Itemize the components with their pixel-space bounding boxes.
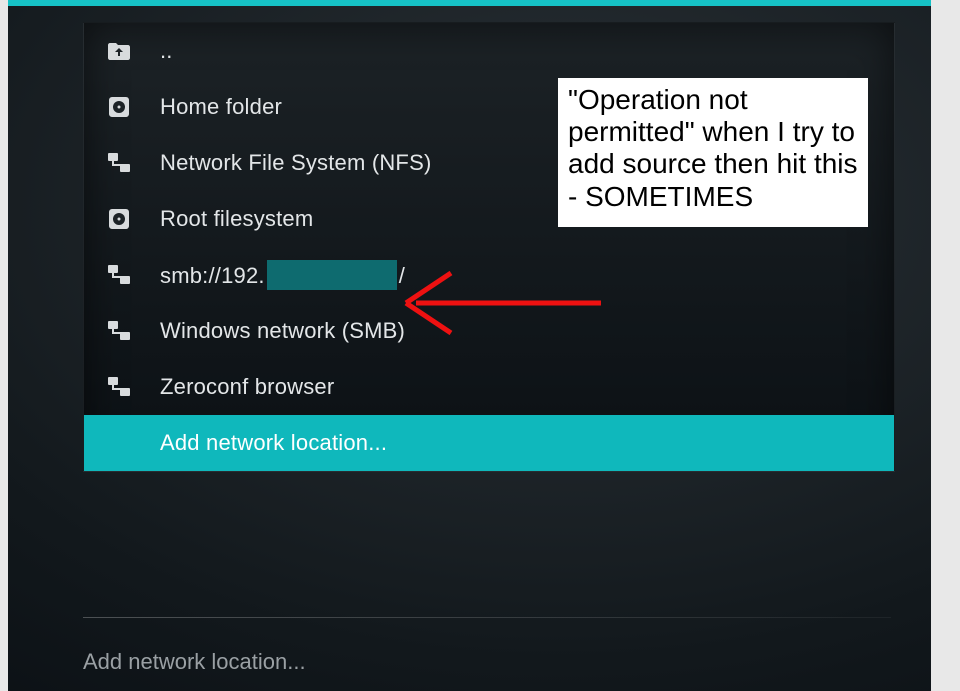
list-item-label: Root filesystem <box>160 206 313 232</box>
screen: .. Home folder Network Fil <box>8 0 931 691</box>
network-icon <box>106 262 132 288</box>
list-item-windows-smb[interactable]: Windows network (SMB) <box>84 303 894 359</box>
list-item-label: Home folder <box>160 94 282 120</box>
annotation-text: "Operation not permitted" when I try to … <box>568 84 858 212</box>
list-item-label: smb://192. / <box>160 260 405 290</box>
list-item-zeroconf[interactable]: Zeroconf browser <box>84 359 894 415</box>
network-icon <box>106 374 132 400</box>
disk-icon <box>106 94 132 120</box>
status-text: Add network location... <box>83 649 306 674</box>
list-item-parent-dir[interactable]: .. <box>84 23 894 79</box>
list-item-add-network-location[interactable]: Add network location... <box>84 415 894 471</box>
list-item-label: Windows network (SMB) <box>160 318 405 344</box>
list-item-smb-share[interactable]: smb://192. / <box>84 247 894 303</box>
redacted-block <box>267 260 397 290</box>
list-item-label: Add network location... <box>160 430 387 456</box>
status-bar: Add network location... <box>83 645 931 675</box>
disk-icon <box>106 206 132 232</box>
top-accent-bar <box>8 0 931 6</box>
list-item-label: .. <box>160 38 173 64</box>
smb-prefix: smb://192. <box>160 263 265 288</box>
network-icon <box>106 318 132 344</box>
list-item-label: Zeroconf browser <box>160 374 334 400</box>
network-icon <box>106 150 132 176</box>
smb-suffix: / <box>399 263 405 288</box>
user-annotation: "Operation not permitted" when I try to … <box>558 78 868 227</box>
folder-up-icon <box>106 38 132 64</box>
list-item-label: Network File System (NFS) <box>160 150 431 176</box>
